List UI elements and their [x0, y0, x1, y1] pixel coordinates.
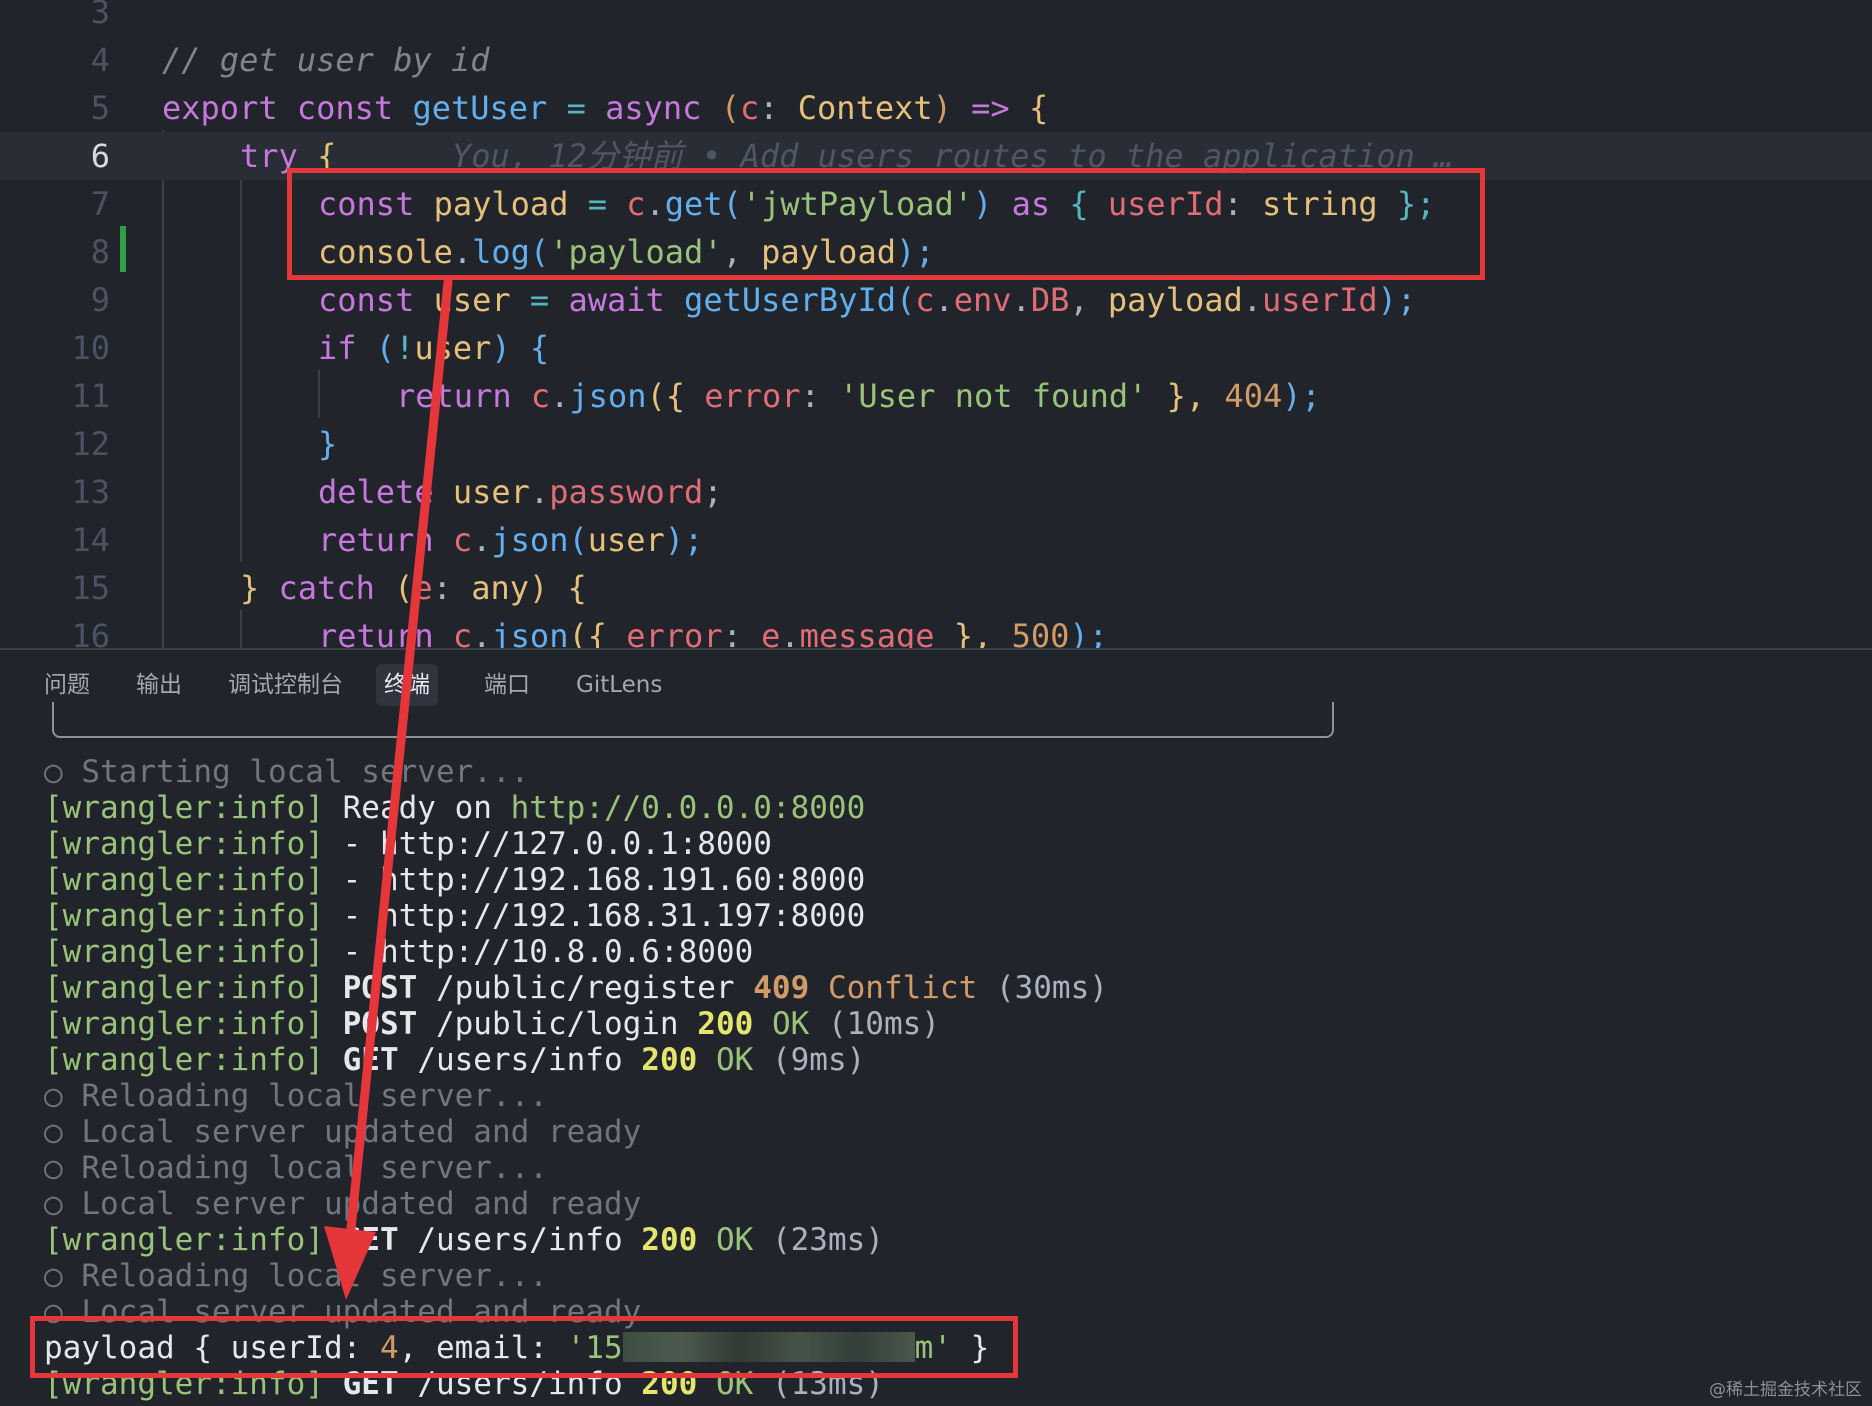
tab-problems[interactable]: 问题: [36, 664, 98, 706]
line-number: 13: [71, 473, 110, 511]
line-number: 6: [90, 137, 110, 175]
line-number: 15: [71, 569, 110, 607]
terminal-line: [wrangler:info] GET /users/info 200 OK (…: [44, 1042, 866, 1078]
code-editor[interactable]: 3 4 // get user by id 5 export const get…: [0, 0, 1872, 648]
line-number: 14: [71, 521, 110, 559]
code-line[interactable]: 12 }: [0, 420, 1872, 468]
code-text: export const getUser = async (c: Context…: [162, 89, 1049, 127]
code-text: delete user.password;: [318, 473, 723, 511]
terminal-line: [wrangler:info] - http://192.168.191.60:…: [44, 862, 866, 898]
terminal-line: [wrangler:info] - http://127.0.0.1:8000: [44, 826, 772, 862]
line-number: 11: [71, 377, 110, 415]
line-number: 5: [90, 89, 110, 127]
terminal-line: ○ Starting local server...: [44, 754, 530, 790]
line-number: 3: [90, 0, 110, 31]
code-text: return c.json({ error: 'User not found' …: [396, 377, 1321, 415]
line-number: 8: [90, 233, 110, 271]
code-line[interactable]: 13 delete user.password;: [0, 468, 1872, 516]
terminal-line: ○ Local server updated and ready: [44, 1186, 642, 1222]
line-number: 12: [71, 425, 110, 463]
code-line[interactable]: 16 return c.json({ error: e.message }, 5…: [0, 612, 1872, 648]
terminal-previous-output-frame: [52, 702, 1334, 738]
code-line[interactable]: 15 } catch (e: any) {: [0, 564, 1872, 612]
tab-gitlens[interactable]: GitLens: [568, 664, 670, 706]
highlight-box-code: [287, 168, 1485, 280]
code-text: if (!user) {: [318, 329, 550, 367]
terminal-line: [wrangler:info] - http://192.168.31.197:…: [44, 898, 866, 934]
tab-debug-console[interactable]: 调试控制台: [220, 664, 351, 706]
code-line[interactable]: 10 if (!user) {: [0, 324, 1872, 372]
terminal-line: ○ Local server updated and ready: [44, 1114, 642, 1150]
code-line[interactable]: 5 export const getUser = async (c: Conte…: [0, 84, 1872, 132]
terminal-line: [wrangler:info] POST /public/register 40…: [44, 970, 1108, 1006]
code-text: return c.json({ error: e.message }, 500)…: [318, 617, 1108, 648]
terminal-output[interactable]: ○ Starting local server... [wrangler:inf…: [0, 740, 1872, 1406]
code-text: return c.json(user);: [318, 521, 704, 559]
line-number: 10: [71, 329, 110, 367]
line-number: 7: [90, 185, 110, 223]
code-line[interactable]: 4 // get user by id: [0, 36, 1872, 84]
code-line[interactable]: 11 return c.json({ error: 'User not foun…: [0, 372, 1872, 420]
code-line[interactable]: 3: [0, 0, 1872, 36]
watermark: @稀土掘金技术社区: [1709, 1380, 1862, 1400]
terminal-line: ○ Reloading local server...: [44, 1258, 548, 1294]
tab-terminal[interactable]: 终端: [376, 664, 438, 706]
terminal-line: [wrangler:info] Ready on http://0.0.0.0:…: [44, 790, 866, 826]
code-line[interactable]: 14 return c.json(user);: [0, 516, 1872, 564]
terminal-line: ○ Reloading local server...: [44, 1078, 548, 1114]
tab-ports[interactable]: 端口: [476, 664, 538, 706]
line-number: 9: [90, 281, 110, 319]
code-line[interactable]: 9 const user = await getUserById(c.env.D…: [0, 276, 1872, 324]
code-text: const user = await getUserById(c.env.DB,…: [318, 281, 1417, 319]
highlight-box-terminal: [30, 1316, 1018, 1378]
code-text: }: [318, 425, 338, 463]
line-number: 16: [71, 617, 110, 648]
code-text: } catch (e: any) {: [240, 569, 587, 607]
terminal-line: ○ Reloading local server...: [44, 1150, 548, 1186]
terminal-line: [wrangler:info] GET /users/info 200 OK (…: [44, 1222, 884, 1258]
code-comment: // get user by id: [162, 41, 490, 79]
tab-output[interactable]: 输出: [128, 664, 190, 706]
line-number: 4: [90, 41, 110, 79]
terminal-line: [wrangler:info] - http://10.8.0.6:8000: [44, 934, 754, 970]
terminal-line: [wrangler:info] POST /public/login 200 O…: [44, 1006, 940, 1042]
